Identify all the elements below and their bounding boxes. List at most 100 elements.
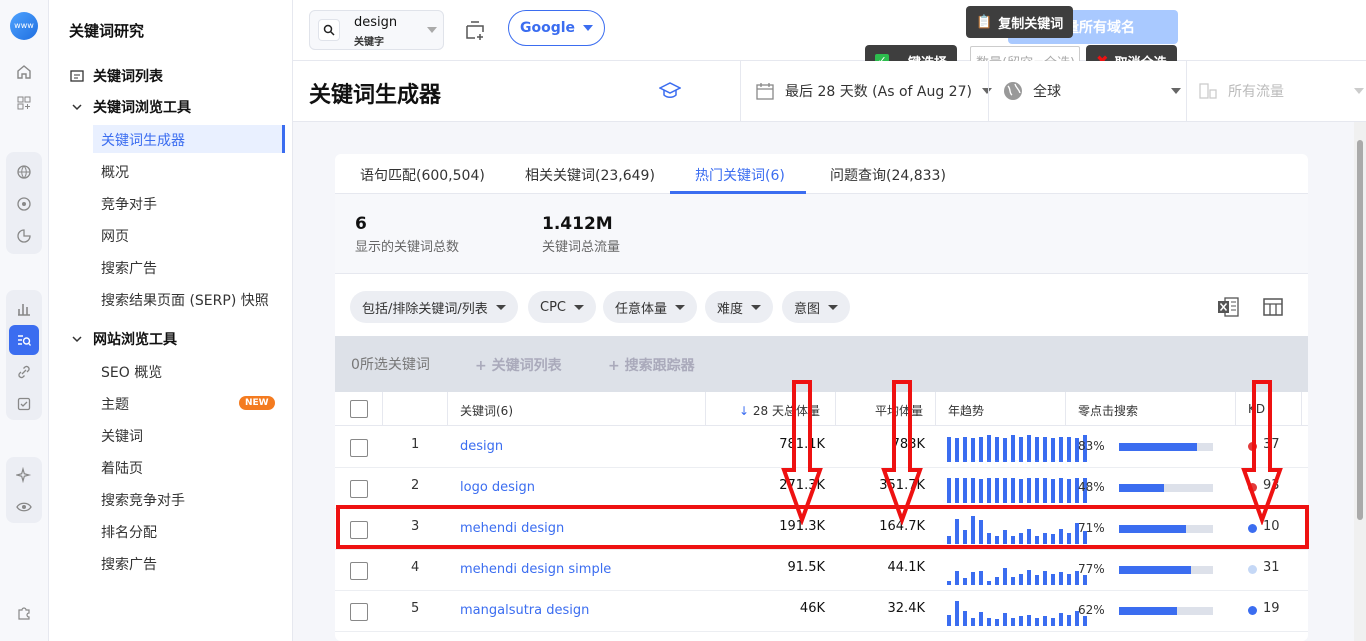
trend-bar <box>995 536 999 544</box>
keyword-search-box[interactable]: design 关键字 <box>309 10 444 50</box>
sidebar-item-pages[interactable]: 网页 <box>101 226 129 246</box>
table-row[interactable]: 3 mehendi design 191.3K 164.7K 71% 10 <box>335 509 1308 550</box>
sidebar-item-site-search-ads[interactable]: 搜索广告 <box>101 554 157 574</box>
globe-icon[interactable] <box>9 157 39 187</box>
table-row[interactable]: 1 design 781.1K 783K 83% 37 <box>335 427 1308 468</box>
eye-icon[interactable] <box>9 492 39 522</box>
trend-bar <box>995 437 999 462</box>
sidebar-item-competitors[interactable]: 竞争对手 <box>101 194 157 214</box>
tab-top-keywords[interactable]: 热门关键词(6) <box>695 165 785 185</box>
col-zero-click[interactable]: 零点击搜索 <box>1078 402 1138 419</box>
col-volume-28d[interactable]: ↓ 28 天总体量 <box>739 402 820 419</box>
link-icon[interactable] <box>9 357 39 387</box>
sidebar-item-rank-distribution[interactable]: 排名分配 <box>101 522 157 542</box>
kd-value: 37 <box>1263 437 1280 452</box>
zero-click-pct: 83% <box>1078 439 1105 453</box>
keyword-link[interactable]: mehendi design <box>460 521 564 536</box>
chevron-down-icon <box>72 104 82 111</box>
app-logo[interactable]: www <box>10 12 38 40</box>
date-range-select[interactable]: 最后 28 天数 (As of Aug 27) <box>755 81 992 101</box>
keyword-link[interactable]: mehendi design simple <box>460 562 611 577</box>
add-compare-icon[interactable] <box>463 18 487 46</box>
difficulty-filter[interactable]: 难度 <box>705 291 774 323</box>
home-icon[interactable] <box>9 57 39 87</box>
copy-keywords-button[interactable]: 📋 复制关键词 <box>966 6 1074 38</box>
columns-icon[interactable] <box>1261 295 1285 323</box>
zero-click-pct: 48% <box>1078 480 1105 494</box>
checklist-icon[interactable] <box>9 389 39 419</box>
sidebar-item-keyword-generator[interactable]: 关键词生成器 <box>101 130 185 150</box>
sidebar-item-seo-overview[interactable]: SEO 概览 <box>101 362 162 382</box>
trend-bar <box>947 478 951 503</box>
row-checkbox[interactable] <box>350 480 368 498</box>
scrollbar-thumb[interactable] <box>1357 140 1363 520</box>
sidebar-item-topics[interactable]: 主题 <box>101 394 129 414</box>
sidebar-section-keyword-tools[interactable]: 关键词浏览工具 <box>69 97 191 117</box>
trend-bar <box>1051 574 1055 585</box>
cpc-filter[interactable]: CPC <box>528 291 596 323</box>
row-checkbox[interactable] <box>350 603 368 621</box>
trend-bar <box>1011 577 1015 585</box>
search-engine-select[interactable]: Google <box>508 10 605 46</box>
sidebar-item-search-competitors[interactable]: 搜索竞争对手 <box>101 490 185 510</box>
dashboard-icon[interactable] <box>9 88 39 118</box>
table-row[interactable]: 4 mehendi design simple 91.5K 44.1K 77% 31 <box>335 550 1308 591</box>
add-to-tracker-button[interactable]: + 搜索跟踪器 <box>608 355 695 375</box>
keyword-link[interactable]: mangalsutra design <box>460 603 589 618</box>
sidebar-item-serp-snapshot[interactable]: 搜索结果页面 (SERP) 快照 <box>101 290 269 310</box>
sidebar-item-search-ads[interactable]: 搜索广告 <box>101 258 157 278</box>
sidebar-section-site-tools[interactable]: 网站浏览工具 <box>69 329 177 349</box>
row-checkbox[interactable] <box>350 439 368 457</box>
sparkle-icon[interactable] <box>9 460 39 490</box>
include-exclude-filter[interactable]: 包括/排除关键词/列表 <box>350 291 518 323</box>
chevron-down-icon[interactable] <box>427 27 437 33</box>
trend-bar <box>947 615 951 626</box>
table-row[interactable]: 5 mangalsutra design 46K 32.4K 62% 19 <box>335 591 1308 632</box>
volume-filter[interactable]: 任意体量 <box>603 291 698 323</box>
sidebar-item-landing-pages[interactable]: 着陆页 <box>101 458 143 478</box>
calendar-icon <box>756 83 774 100</box>
col-kd[interactable]: KD <box>1248 402 1265 416</box>
region-select[interactable]: 全球 <box>1003 81 1181 101</box>
sort-down-icon: ↓ <box>739 404 750 418</box>
intent-filter[interactable]: 意图 <box>782 291 851 323</box>
sidebar-item-overview[interactable]: 概况 <box>101 162 129 182</box>
row-checkbox[interactable] <box>350 562 368 580</box>
select-all-checkbox[interactable] <box>350 400 368 418</box>
row-checkbox[interactable] <box>350 521 368 539</box>
tab-questions[interactable]: 问题查询(24,833) <box>830 165 946 185</box>
trend-sparkline <box>947 434 1087 462</box>
chevron-down-icon <box>1171 88 1181 94</box>
keyword-research-icon[interactable] <box>9 325 39 355</box>
academy-icon[interactable] <box>658 81 682 105</box>
chevron-down-icon <box>574 304 584 310</box>
trend-bar <box>947 536 951 544</box>
volume-28d: 46K <box>799 601 825 616</box>
keyword-link[interactable]: design <box>460 439 503 454</box>
avg-volume: 44.1K <box>887 560 925 575</box>
table-row[interactable]: 2 logo design 271.3K 351.7K 48% 93 <box>335 468 1308 509</box>
sidebar-item-keyword-list[interactable]: 关键词列表 <box>69 66 163 86</box>
traffic-type-select[interactable]: 所有流量 <box>1198 81 1364 101</box>
excel-export-icon[interactable] <box>1216 295 1240 323</box>
zero-click-bar <box>1119 566 1213 574</box>
col-keyword[interactable]: 关键词(6) <box>460 402 513 419</box>
col-trend[interactable]: 年趋势 <box>948 402 984 419</box>
divider <box>382 392 383 426</box>
tab-related-keywords[interactable]: 相关关键词(23,649) <box>525 165 655 185</box>
keyword-link[interactable]: logo design <box>460 480 535 495</box>
tab-phrase-match[interactable]: 语句匹配(600,504) <box>360 165 485 185</box>
col-avg-volume[interactable]: 平均体量 <box>875 402 923 419</box>
trend-bar <box>1027 570 1031 585</box>
pie-chart-icon[interactable] <box>9 221 39 251</box>
trend-bar <box>979 571 983 585</box>
network-icon[interactable] <box>9 189 39 219</box>
add-to-list-button[interactable]: + 关键词列表 <box>475 355 562 375</box>
bar-chart-icon[interactable] <box>9 294 39 324</box>
kd-dot <box>1248 606 1257 615</box>
kd-dot <box>1248 483 1257 492</box>
divider <box>1186 61 1187 122</box>
sidebar-item-keywords[interactable]: 关键词 <box>101 426 143 446</box>
puzzle-icon[interactable] <box>9 598 39 628</box>
trend-bar <box>1051 618 1055 626</box>
